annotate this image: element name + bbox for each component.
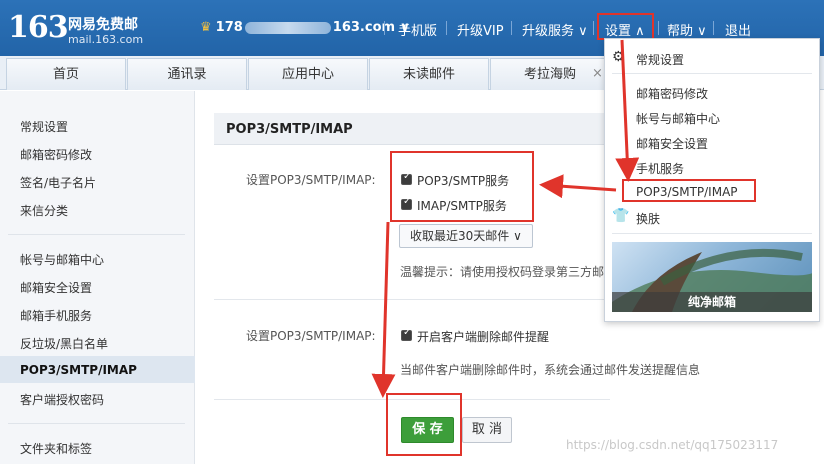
annotation-arrows — [371, 39, 640, 398]
arrow-options-to-save — [371, 221, 396, 398]
arrow-settings-to-pop3 — [615, 39, 640, 182]
watermark: https://blog.csdn.net/qq175023117 — [566, 438, 779, 452]
arrow-pop3-to-options — [539, 174, 617, 199]
